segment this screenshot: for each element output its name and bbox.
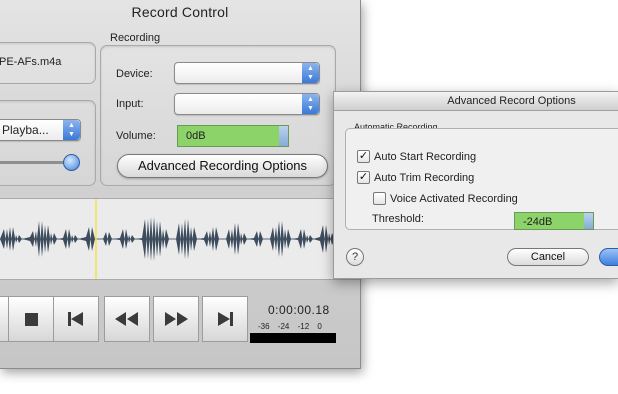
record-control-window: Record Control PE-AFs.m4a Playba... ▲ ▼ R… bbox=[0, 0, 361, 369]
help-button[interactable]: ? bbox=[346, 248, 364, 266]
recording-group-title: Recording bbox=[110, 32, 161, 44]
device-label: Device: bbox=[116, 68, 153, 80]
fast-forward-icon bbox=[165, 312, 188, 326]
stop-icon bbox=[24, 312, 38, 326]
checkmark-icon: ✓ bbox=[357, 171, 370, 184]
playback-popup[interactable]: Playba... ▲ ▼ bbox=[0, 119, 81, 141]
threshold-label: Threshold: bbox=[372, 213, 424, 225]
voice-activated-checkbox[interactable]: Voice Activated Recording bbox=[373, 192, 518, 205]
rewind-button[interactable] bbox=[104, 296, 150, 342]
meter-label: -12 bbox=[297, 322, 310, 331]
file-name: PE-AFs.m4a bbox=[0, 56, 62, 68]
waveform bbox=[0, 199, 360, 279]
previous-button[interactable] bbox=[53, 296, 99, 342]
volume-value: 0dB bbox=[186, 130, 206, 142]
waveform-view[interactable] bbox=[0, 198, 360, 280]
playback-slider-knob[interactable] bbox=[63, 154, 80, 171]
playback-panel: Playba... ▲ ▼ bbox=[0, 100, 96, 186]
skip-back-icon bbox=[68, 312, 83, 326]
fast-forward-button[interactable] bbox=[153, 296, 199, 342]
auto-trim-label: Auto Trim Recording bbox=[374, 171, 475, 184]
checkmark-icon: ✓ bbox=[357, 150, 370, 163]
auto-start-label: Auto Start Recording bbox=[374, 150, 477, 163]
advanced-recording-options-button[interactable]: Advanced Recording Options bbox=[117, 154, 328, 178]
meter-label: -24 bbox=[277, 322, 290, 331]
meter-label: -36 bbox=[258, 322, 270, 331]
volume-field-knob bbox=[279, 126, 288, 146]
level-meter bbox=[250, 333, 336, 343]
volume-label: Volume: bbox=[116, 130, 156, 142]
level-meter-scale: -36 -24 -12 0 bbox=[258, 322, 328, 331]
volume-field[interactable]: 0dB bbox=[177, 125, 289, 147]
skip-forward-icon bbox=[218, 312, 233, 326]
stop-button[interactable] bbox=[8, 296, 54, 342]
threshold-field[interactable]: -24dB bbox=[514, 212, 594, 230]
waveform-path bbox=[0, 217, 360, 261]
popup-arrows-icon: ▲ ▼ bbox=[302, 94, 319, 114]
threshold-field-knob bbox=[584, 213, 593, 229]
dialog-title: Advanced Record Options bbox=[447, 95, 576, 107]
input-label: Input: bbox=[116, 98, 144, 110]
help-icon: ? bbox=[351, 251, 359, 263]
time-display: 0:00:00.18 bbox=[268, 303, 330, 317]
voice-activated-label: Voice Activated Recording bbox=[390, 192, 518, 205]
window-title: Record Control bbox=[131, 4, 229, 20]
popup-arrows-icon: ▲ ▼ bbox=[302, 63, 319, 83]
dialog-titlebar: Advanced Record Options bbox=[334, 92, 618, 111]
next-button[interactable] bbox=[202, 296, 248, 342]
auto-trim-checkbox[interactable]: ✓ Auto Trim Recording bbox=[357, 171, 474, 184]
device-popup[interactable]: ▲ ▼ bbox=[174, 62, 320, 84]
playback-slider-track bbox=[0, 161, 71, 164]
file-panel: PE-AFs.m4a bbox=[0, 42, 96, 84]
meter-label: 0 bbox=[317, 322, 322, 331]
rewind-icon bbox=[115, 312, 138, 326]
unchecked-box-icon bbox=[373, 192, 386, 205]
cancel-button[interactable]: Cancel bbox=[507, 248, 589, 266]
popup-arrows-icon: ▲ ▼ bbox=[63, 120, 80, 140]
ok-button[interactable] bbox=[599, 248, 618, 266]
playback-popup-value: Playba... bbox=[2, 123, 49, 137]
auto-start-checkbox[interactable]: ✓ Auto Start Recording bbox=[357, 150, 476, 163]
threshold-value: -24dB bbox=[523, 216, 553, 228]
input-popup[interactable]: ▲ ▼ bbox=[174, 93, 320, 115]
